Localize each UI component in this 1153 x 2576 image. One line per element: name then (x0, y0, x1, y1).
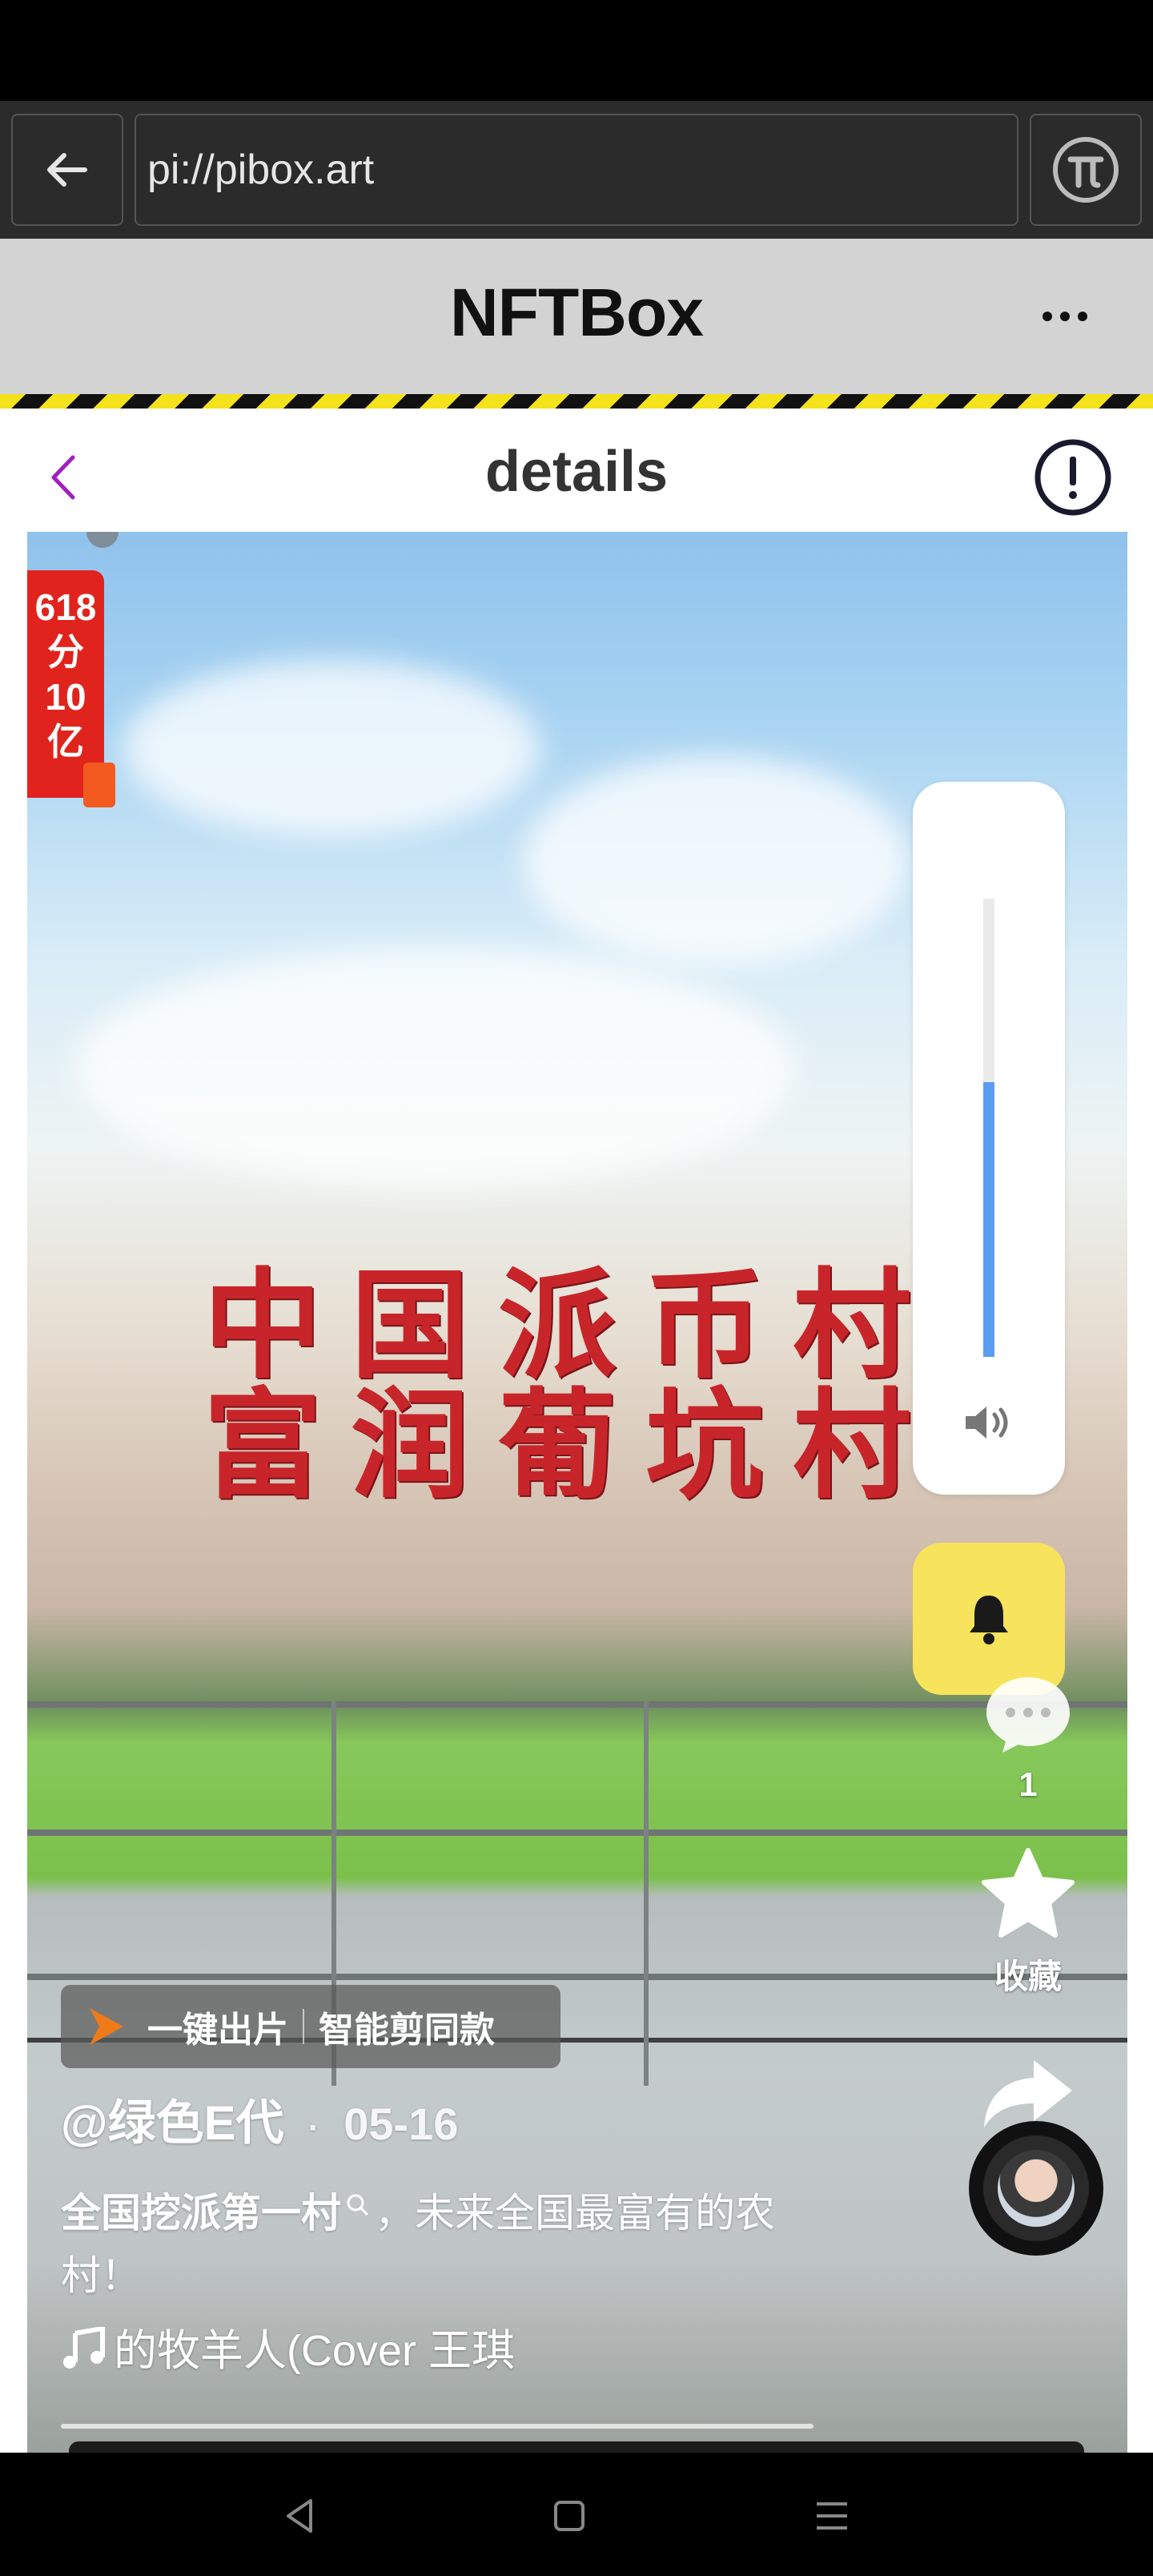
arrow-left-icon (47, 153, 87, 187)
music-title: 的牧羊人(Cover 王琪 (114, 2327, 516, 2375)
triangle-back-icon (287, 2499, 312, 2533)
video-background-cloud (524, 756, 908, 964)
volume-fill (983, 1082, 994, 1357)
template-logo-icon (90, 2008, 123, 2045)
exclamation-circle-icon (1034, 439, 1111, 516)
system-navigation-bar (0, 2453, 1153, 2576)
comment-button[interactable]: 1 (972, 1669, 1084, 1804)
speaker-icon (966, 1407, 1008, 1439)
pi-browser-button[interactable] (1030, 114, 1142, 226)
bell-icon (970, 1596, 1008, 1644)
music-disc-button[interactable] (969, 2121, 1103, 2256)
favorite-label: 收藏 (994, 1958, 1062, 1995)
promo-text: 10 (45, 676, 86, 718)
promo-close-button[interactable] (86, 532, 119, 548)
hazard-stripe (0, 394, 1153, 409)
plaza-tile-line (27, 1829, 1127, 1836)
red-envelope-icon (83, 763, 115, 807)
video-progress-bar[interactable] (61, 2424, 814, 2429)
promo-text: 分 (47, 631, 84, 673)
page-title: details (484, 440, 669, 504)
browser-toolbar: pi://pibox.art (0, 101, 1153, 239)
post-date: 05-16 (343, 2099, 459, 2149)
url-text: pi://pibox.art (147, 147, 375, 193)
tag-right-text: 智能剪同款 (319, 2010, 495, 2050)
nav-home-key[interactable] (541, 2488, 597, 2544)
more-dot-icon (1060, 312, 1070, 321)
template-tag-chip[interactable]: 一键出片 智能剪同款 (61, 1985, 560, 2068)
promo-text: 618 (34, 586, 97, 628)
pi-logo-icon (1053, 137, 1119, 203)
more-dot-icon (1043, 312, 1052, 321)
music-cover-avatar (998, 2150, 1075, 2227)
app-title: NFTBox (450, 275, 704, 350)
search-icon (347, 2194, 368, 2216)
browser-back-button[interactable] (11, 114, 123, 226)
video-player[interactable]: 中国派币村 富润葡坑村 618 分 10 亿 1 收藏 一键出片 智能剪同款 @… (27, 532, 1127, 2454)
details-page: details 中国派币村 富润葡坑村 618 分 10 亿 1 收藏 一键出片… (0, 409, 1153, 2454)
details-nav: details (0, 409, 1153, 532)
nav-back-key[interactable] (272, 2488, 328, 2544)
author-separator: · (307, 2108, 320, 2147)
more-dot-icon (1078, 312, 1087, 321)
menu-lines-icon (817, 2502, 847, 2530)
nav-menu-key[interactable] (804, 2488, 860, 2544)
plaza-tile-line (27, 1974, 1127, 1980)
video-description: 全国挖派第一村 ，未来全国最富有的农村！ (61, 2182, 830, 2307)
app-header: NFTBox (0, 239, 1153, 394)
url-bar[interactable]: pi://pibox.art (135, 114, 1018, 226)
plaza-tile-line (27, 1701, 1127, 1708)
description-hashtag[interactable]: 全国挖派第一村 (61, 2191, 341, 2236)
status-bar (0, 0, 1153, 101)
square-home-icon (554, 2501, 585, 2531)
comment-icon (986, 1677, 1070, 1753)
tag-divider (303, 2009, 304, 2044)
author-line: @绿色E代 · 05-16 (61, 2084, 458, 2154)
promo-text: 亿 (47, 721, 84, 763)
video-background-cloud (123, 660, 540, 836)
plaza-tile-line (644, 1701, 649, 2086)
volume-panel (913, 782, 1065, 1495)
music-line[interactable]: 的牧羊人(Cover 王琪 (61, 2315, 515, 2378)
music-note-icon (63, 2325, 105, 2369)
video-background-cloud (75, 948, 796, 1189)
comment-count: 1 (1018, 1765, 1038, 1803)
stone-inscription-line-2: 富润葡坑村 (203, 1375, 940, 1515)
author-name[interactable]: @绿色E代 (61, 2096, 284, 2150)
more-options-button[interactable] (1033, 288, 1097, 344)
favorite-button[interactable]: 收藏 (972, 1845, 1084, 1998)
star-icon (982, 1848, 1075, 1938)
tag-left-text: 一键出片 (147, 2010, 288, 2050)
info-button[interactable] (1033, 437, 1113, 517)
